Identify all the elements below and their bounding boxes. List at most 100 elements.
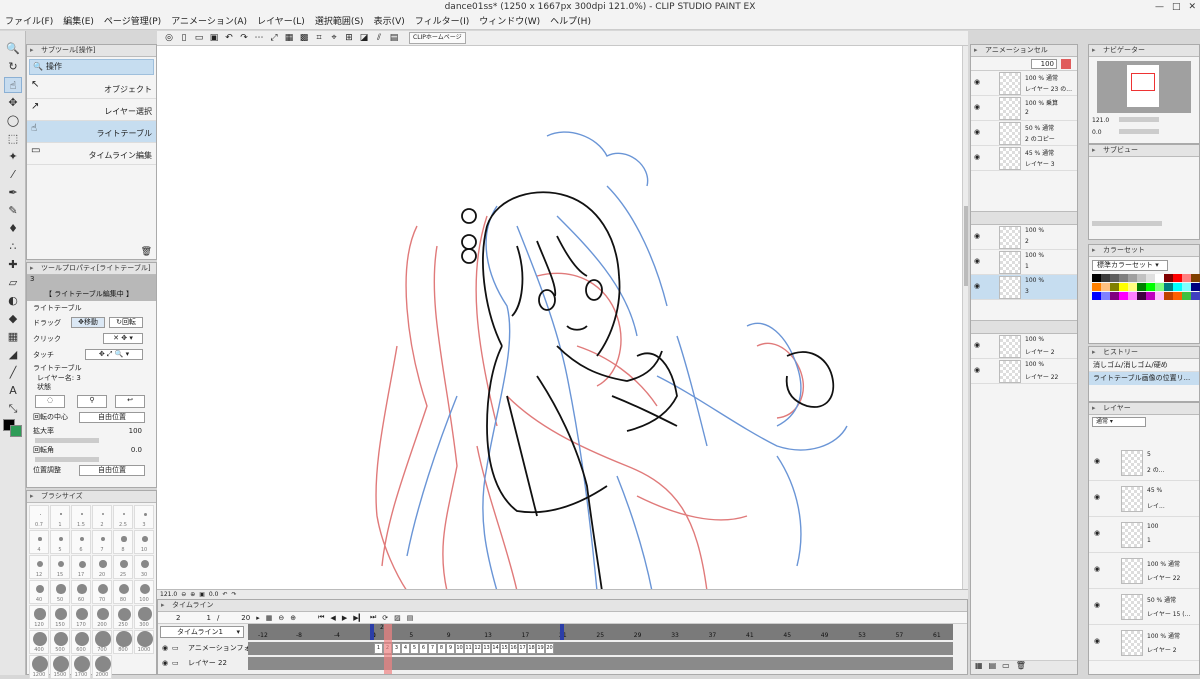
new-animation-icon[interactable]: ▸ — [256, 614, 260, 622]
layer-row[interactable]: ◉ 100 % 通常 レイヤー 22 — [1089, 553, 1199, 589]
brush-size-cell[interactable]: 1500 — [50, 655, 70, 679]
palette-swatch[interactable] — [1146, 292, 1155, 300]
touch-action-select[interactable]: ✥ ⤢ 🔍 ▾ — [85, 349, 143, 360]
loop-icon[interactable]: ⟳ — [382, 614, 388, 622]
navigator-view-frame[interactable] — [1131, 73, 1155, 91]
palette-swatch[interactable] — [1101, 283, 1110, 291]
menu-edit[interactable]: 編集(E) — [58, 15, 99, 29]
undo-icon[interactable]: ↶ — [223, 32, 235, 44]
eye-icon[interactable]: ◉ — [974, 153, 980, 161]
rotate-left-icon[interactable]: ↶ — [222, 590, 227, 599]
brush-size-cell[interactable]: 0.7 — [29, 505, 49, 529]
palette-swatch[interactable] — [1146, 274, 1155, 282]
brush-size-cell[interactable]: 10 — [134, 530, 154, 554]
fit-icon[interactable]: ▣ — [199, 590, 205, 599]
animation-cell[interactable]: 16 — [509, 643, 518, 654]
eye-icon[interactable]: ◉ — [974, 128, 980, 136]
zoom-out-timeline-icon[interactable]: ⊖ — [278, 614, 284, 622]
eye-icon[interactable]: ◉ — [974, 257, 980, 265]
animation-cell[interactable]: 14 — [491, 643, 500, 654]
history-item[interactable]: 消しゴム/消しゴム/硬め — [1089, 359, 1199, 372]
brush-size-cell[interactable]: 800 — [113, 630, 133, 654]
menu-view[interactable]: 表示(V) — [369, 15, 410, 29]
play-icon[interactable]: ▶ — [342, 614, 347, 622]
brush-size-cell[interactable]: 120 — [29, 605, 49, 629]
brush-size-cell[interactable]: 20 — [92, 555, 112, 579]
rotate-right-icon[interactable]: ↷ — [232, 590, 237, 599]
brush-size-cell[interactable]: 7 — [92, 530, 112, 554]
palette-swatch[interactable] — [1110, 292, 1119, 300]
save-icon[interactable]: ▣ — [208, 32, 220, 44]
brush-size-cell[interactable]: 5 — [50, 530, 70, 554]
state-button-1[interactable]: ◌ — [35, 395, 65, 408]
palette-swatch[interactable] — [1128, 274, 1137, 282]
animation-cell[interactable]: 13 — [482, 643, 491, 654]
palette-swatch[interactable] — [1173, 292, 1182, 300]
animation-cell[interactable]: 9 — [446, 643, 455, 654]
center-select[interactable]: 自由位置 — [79, 412, 145, 423]
navigator-preview[interactable] — [1097, 61, 1191, 113]
palette-swatch[interactable] — [1182, 292, 1191, 300]
scale-value[interactable]: 100 — [129, 424, 142, 438]
menu-help[interactable]: ヘルプ(H) — [545, 15, 596, 29]
gradient-tool-icon[interactable]: ▦ — [4, 329, 22, 345]
current-frame[interactable]: 2 — [176, 614, 180, 622]
symmetry-icon[interactable]: ⫽ — [373, 32, 385, 44]
palette-swatch[interactable] — [1128, 283, 1137, 291]
brush-size-cell[interactable]: 100 — [134, 580, 154, 604]
state-button-3[interactable]: ↩ — [115, 395, 145, 408]
brush-size-cell[interactable]: 2.5 — [113, 505, 133, 529]
brush-size-cell[interactable]: 30 — [134, 555, 154, 579]
eye-icon[interactable]: ◉ — [1094, 565, 1100, 573]
brush-size-cell[interactable]: 15 — [50, 555, 70, 579]
zoom-in-timeline-icon[interactable]: ⊕ — [290, 614, 296, 622]
operation-tool-icon[interactable]: ☝ — [4, 77, 22, 93]
menu-filter[interactable]: フィルター(I) — [410, 15, 475, 29]
animation-cell[interactable]: 12 — [473, 643, 482, 654]
anim-cel-row[interactable]: ◉ 100 % 3 — [971, 275, 1077, 300]
trash-icon[interactable]: 🗑 — [141, 247, 152, 257]
timeline-track-layer22[interactable]: ◉ ▭ レイヤー 22 — [158, 657, 969, 670]
brush-size-cell[interactable]: 8 — [113, 530, 133, 554]
last-frame-icon[interactable]: ⏭ — [370, 613, 376, 622]
brush-size-cell[interactable]: 3 — [134, 505, 154, 529]
eye-icon[interactable]: ◉ — [974, 103, 980, 111]
new-vector-icon[interactable]: ▤ — [989, 661, 997, 674]
menu-window[interactable]: ウィンドウ(W) — [474, 15, 545, 29]
line-tool-icon[interactable]: ╱ — [4, 365, 22, 381]
eye-icon[interactable]: ◉ — [1094, 637, 1100, 645]
brush-size-cell[interactable]: 25 — [113, 555, 133, 579]
brush-size-cell[interactable]: 1 — [50, 505, 70, 529]
animation-cell[interactable]: 8 — [437, 643, 446, 654]
menu-animation[interactable]: アニメーション(A) — [166, 15, 252, 29]
document-canvas[interactable] — [157, 46, 962, 592]
eye-icon[interactable]: ◉ — [974, 282, 980, 290]
palette-swatch[interactable] — [1092, 283, 1101, 291]
new-file-icon[interactable]: ▯ — [178, 32, 190, 44]
brush-size-cell[interactable]: 1.5 — [71, 505, 91, 529]
start-frame[interactable]: 1 — [206, 614, 210, 622]
brush-size-cell[interactable]: 40 — [29, 580, 49, 604]
animation-cell[interactable]: 11 — [464, 643, 473, 654]
minimize-button[interactable]: — — [1155, 0, 1164, 15]
palette-swatch[interactable] — [1110, 283, 1119, 291]
sub-color-swatch[interactable] — [10, 425, 22, 437]
snap-grid-icon[interactable]: ⊞ — [343, 32, 355, 44]
subtool-item-object[interactable]: ↖ オブジェクト — [27, 77, 156, 99]
state-button-2[interactable]: ⚲ — [77, 395, 107, 408]
trash-icon[interactable]: 🗑 — [1016, 661, 1026, 674]
palette-swatch[interactable] — [1173, 283, 1182, 291]
perspective-icon[interactable]: ◪ — [358, 32, 370, 44]
eye-icon[interactable]: ◉ — [1094, 529, 1100, 537]
palette-swatch[interactable] — [1101, 274, 1110, 282]
fill-selection-icon[interactable]: ▩ — [298, 32, 310, 44]
animation-cell[interactable]: 17 — [518, 643, 527, 654]
transform-icon[interactable]: ⤢ — [268, 32, 280, 44]
click-action-select[interactable]: ✕ ✥ ▾ — [103, 333, 143, 344]
animation-cell[interactable]: 4 — [401, 643, 410, 654]
animation-cell[interactable]: 19 — [536, 643, 545, 654]
anim-cel-row[interactable]: ◉ 100 % 乗算 2 — [971, 96, 1077, 121]
animation-cell[interactable]: 15 — [500, 643, 509, 654]
palette-swatch[interactable] — [1182, 274, 1191, 282]
palette-swatch[interactable] — [1164, 283, 1173, 291]
